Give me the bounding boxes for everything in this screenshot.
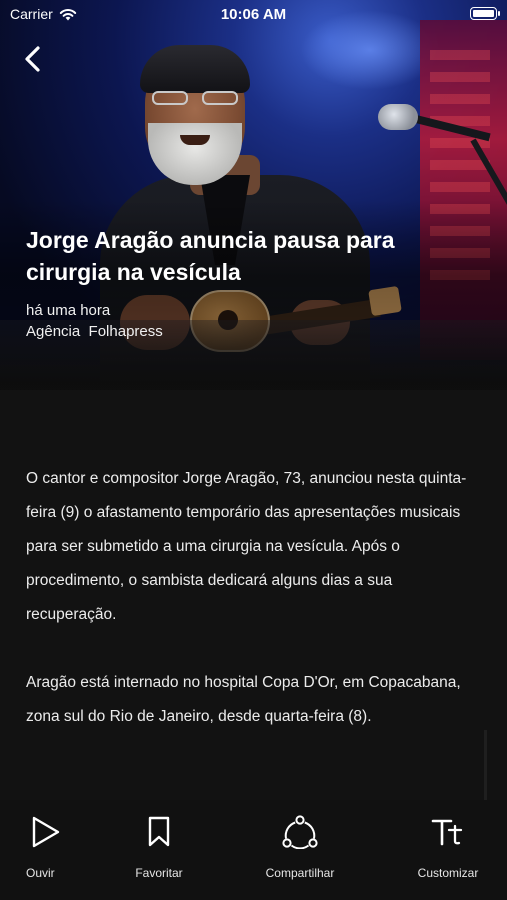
share-label: Compartilhar xyxy=(265,866,335,880)
bookmark-icon xyxy=(148,816,170,847)
battery-icon xyxy=(470,7,500,20)
article-source: Agência Folhapress xyxy=(26,323,163,340)
article-paragraph: O cantor e compositor Jorge Aragão, 73, … xyxy=(26,470,467,623)
status-time: 10:06 AM xyxy=(220,6,287,23)
play-icon xyxy=(32,816,60,848)
text-size-icon xyxy=(431,819,463,846)
favorite-label: Favoritar xyxy=(135,866,183,880)
customize-label: Customizar xyxy=(417,866,479,880)
listen-label: Ouvir xyxy=(26,866,55,880)
status-bar: Carrier 10:06 AM xyxy=(0,0,507,30)
article-meta: há uma hora Agência Folhapress xyxy=(26,300,163,342)
article-headline: Jorge Aragão anuncia pausa para cirurgia… xyxy=(26,227,395,285)
share-icon xyxy=(282,815,318,849)
chevron-left-icon xyxy=(25,46,40,72)
share-button[interactable]: Compartilhar xyxy=(255,812,345,880)
favorite-button[interactable]: Favoritar xyxy=(114,812,204,880)
article-time-ago: há uma hora xyxy=(26,302,111,319)
microphone xyxy=(378,104,498,142)
listen-button[interactable]: Ouvir xyxy=(0,812,90,880)
bottom-toolbar: Ouvir Favoritar Compartilhar Customizar xyxy=(0,800,507,900)
customize-button[interactable]: Customizar xyxy=(403,812,493,880)
back-button[interactable] xyxy=(18,42,48,76)
